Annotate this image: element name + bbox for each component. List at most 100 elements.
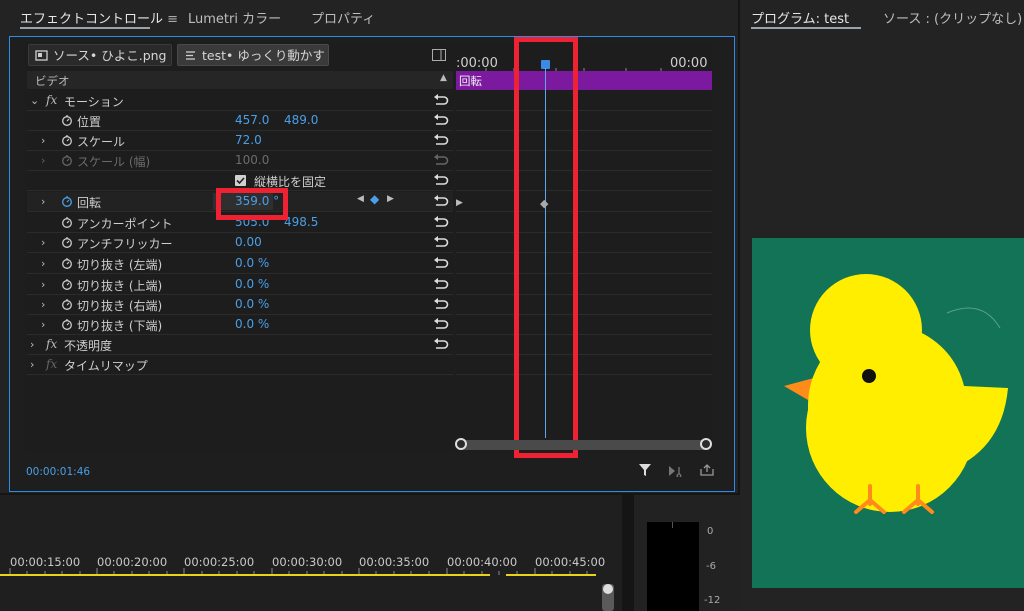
panel-divider [622, 495, 634, 611]
property-row-scale[interactable]: › スケール 72.0 [27, 131, 453, 151]
chevron-right-icon[interactable]: › [41, 278, 45, 291]
tl-row [456, 192, 712, 212]
tab-effect-controls[interactable]: エフェクトコントロール ≡ [20, 8, 178, 27]
reset-icon[interactable] [433, 215, 449, 229]
uniform-scale-checkbox[interactable] [235, 175, 246, 186]
sequence-chip[interactable]: test• ゆっくり動かす [177, 44, 329, 66]
tl-row [456, 315, 712, 335]
anchor-y-value[interactable]: 498.5 [284, 215, 318, 229]
reset-icon[interactable] [433, 337, 449, 351]
stopwatch-icon[interactable] [61, 134, 73, 146]
stopwatch-active-icon[interactable] [61, 195, 73, 207]
scale-value[interactable]: 72.0 [235, 133, 262, 147]
chevron-right-icon[interactable]: › [30, 358, 34, 371]
tab-properties[interactable]: プロパティ [311, 8, 375, 27]
stopwatch-icon[interactable] [61, 257, 73, 269]
program-video-frame[interactable] [752, 238, 1024, 588]
current-timecode[interactable]: 00:00:01:46 [26, 466, 90, 478]
tab-lumetri-color[interactable]: Lumetri カラー [188, 8, 281, 27]
property-label: アンチフリッカー [77, 237, 173, 251]
fx-icon[interactable]: fx [46, 337, 57, 351]
position-y-value[interactable]: 489.0 [284, 113, 318, 127]
chevron-down-icon[interactable]: ⌄ [30, 94, 39, 107]
audio-meter-bars [647, 522, 699, 611]
tl-row [456, 131, 712, 151]
menu-icon[interactable]: ≡ [167, 12, 178, 27]
filter-icon[interactable] [638, 463, 652, 477]
rotation-clip-bar[interactable]: 回転 [456, 71, 712, 90]
reset-icon[interactable] [433, 317, 449, 331]
meter-divider [672, 522, 673, 528]
tl-row [456, 254, 712, 274]
stopwatch-icon[interactable] [61, 278, 73, 290]
effect-time-remap-row[interactable]: › fx タイムリマップ [27, 355, 453, 375]
chevron-right-icon[interactable]: › [41, 318, 45, 331]
export-icon[interactable] [700, 464, 714, 476]
crop-bottom-value[interactable]: 0.0 % [235, 317, 269, 331]
clip-icon [35, 50, 48, 61]
chevron-right-icon[interactable]: › [41, 298, 45, 311]
prev-keyframe-icon[interactable]: ◀ [357, 194, 364, 204]
effect-motion-row[interactable]: ⌄ fx モーション [27, 91, 453, 111]
stopwatch-icon[interactable] [61, 236, 73, 248]
next-keyframe-icon[interactable]: ▶ [387, 194, 394, 204]
work-area-bar[interactable] [0, 574, 490, 576]
crop-left-value[interactable]: 0.0 % [235, 256, 269, 270]
tab-program[interactable]: プログラム: test [751, 8, 849, 27]
fx-icon[interactable]: fx [46, 93, 57, 107]
chevron-right-icon[interactable]: › [41, 134, 45, 147]
play-audio-icon[interactable] [668, 465, 684, 477]
property-row-crop-left[interactable]: › 切り抜き (左端) 0.0 % [27, 254, 453, 274]
property-row-crop-top[interactable]: › 切り抜き (上端) 0.0 % [27, 275, 453, 295]
keyframe-left-arrow-icon: ▶ [456, 198, 463, 208]
tl-row [456, 335, 712, 355]
reset-icon[interactable] [433, 173, 449, 187]
timeline-ruler [9, 568, 588, 575]
chevron-right-icon[interactable]: › [41, 257, 45, 270]
work-area-bar-2[interactable] [506, 574, 596, 576]
collapse-up-icon[interactable]: ▲ [440, 73, 447, 83]
panel-toggle-icon[interactable] [432, 49, 446, 61]
scrollbar-handle[interactable] [603, 584, 613, 594]
checkmark-icon [236, 177, 245, 185]
anti-flicker-value[interactable]: 0.00 [235, 235, 262, 249]
source-clip-chip[interactable]: ソース• ひよこ.png [28, 44, 172, 66]
video-section-header: ビデオ ▲ [27, 71, 453, 89]
effect-opacity-row[interactable]: › fx 不透明度 [27, 335, 453, 355]
tl-row [456, 295, 712, 315]
reset-icon[interactable] [433, 113, 449, 127]
reset-icon[interactable] [433, 133, 449, 147]
property-row-scale-width[interactable]: › スケール (幅) 100.0 [27, 151, 453, 171]
crop-right-value[interactable]: 0.0 % [235, 297, 269, 311]
property-label: 回転 [77, 196, 102, 210]
chevron-right-icon[interactable]: › [30, 338, 34, 351]
property-row-anti-flicker[interactable]: › アンチフリッカー 0.00 [27, 233, 453, 253]
sequence-timeline[interactable] [0, 495, 622, 611]
position-x-value[interactable]: 457.0 [235, 113, 269, 127]
reset-icon[interactable] [433, 277, 449, 291]
stopwatch-icon[interactable] [61, 114, 73, 126]
reset-icon[interactable] [433, 93, 449, 107]
scale-width-value: 100.0 [235, 153, 270, 167]
property-row-crop-bottom[interactable]: › 切り抜き (下端) 0.0 % [27, 315, 453, 335]
property-row-position[interactable]: 位置 457.0 489.0 [27, 111, 453, 131]
stopwatch-icon[interactable] [61, 216, 73, 228]
reset-icon[interactable] [433, 256, 449, 270]
stopwatch-icon[interactable] [61, 298, 73, 310]
zoom-handle-left[interactable] [455, 438, 467, 450]
stopwatch-icon[interactable] [61, 318, 73, 330]
reset-icon[interactable] [433, 194, 449, 208]
reset-icon[interactable] [433, 235, 449, 249]
chevron-right-icon[interactable]: › [41, 236, 45, 249]
zoom-scrollbar[interactable] [460, 440, 708, 450]
chevron-right-icon[interactable]: › [41, 154, 45, 167]
chevron-right-icon[interactable]: › [41, 195, 45, 208]
zoom-handle-right[interactable] [700, 438, 712, 450]
crop-top-value[interactable]: 0.0 % [235, 277, 269, 291]
video-section-label: ビデオ [35, 74, 70, 88]
reset-icon[interactable] [433, 297, 449, 311]
sequence-icon [186, 51, 195, 60]
add-keyframe-icon[interactable]: ◆ [370, 192, 379, 206]
property-row-crop-right[interactable]: › 切り抜き (右端) 0.0 % [27, 295, 453, 315]
tab-source[interactable]: ソース : (クリップなし) [883, 8, 1022, 27]
